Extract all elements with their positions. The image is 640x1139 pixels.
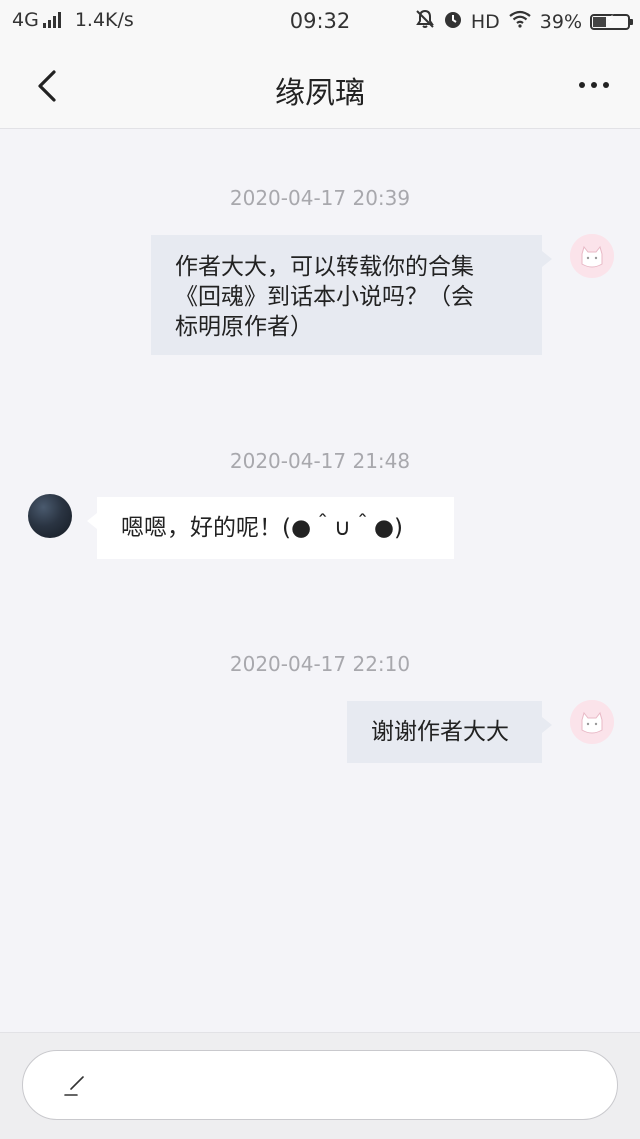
cat-avatar-icon — [570, 700, 614, 744]
chat-title: 缘夙璃 — [275, 76, 365, 111]
more-icon — [579, 82, 585, 88]
cat-avatar-icon — [570, 234, 614, 278]
hd-label: HD — [470, 10, 500, 33]
message-text: 嗯嗯，好的呢！(●＾∪＾●) — [121, 515, 403, 541]
status-right: HD 39% ⚡ — [407, 9, 633, 34]
wifi-icon — [508, 10, 532, 33]
message-timestamp: 2020-04-17 20:39 — [229, 186, 411, 210]
message-bubble-received[interactable]: 嗯嗯，好的呢！(●＾∪＾●) — [87, 497, 454, 559]
message-line: 标明原作者） — [175, 314, 313, 340]
message-bubble-sent[interactable]: 谢谢作者大大 — [347, 701, 552, 763]
more-button[interactable] — [572, 70, 616, 100]
message-bubble-sent[interactable]: 作者大大，可以转载你的合集 《回魂》到话本小说吗？（会 标明原作者） — [151, 235, 552, 355]
message-line: 《回魂》到话本小说吗？（会 — [175, 284, 474, 310]
self-avatar[interactable] — [570, 700, 614, 744]
message-timestamp: 2020-04-17 22:10 — [229, 652, 411, 676]
status-bar: 4G 1.4K/s 09:32 HD 39% ⚡ — [0, 0, 640, 44]
message-input[interactable] — [22, 1050, 618, 1120]
message-text: 谢谢作者大大 — [371, 719, 509, 745]
battery-icon: ⚡ — [590, 13, 633, 30]
mute-bell-icon — [415, 9, 435, 34]
chat-header: 缘夙璃 — [0, 44, 640, 129]
alarm-icon — [443, 9, 463, 34]
message-line: 作者大大，可以转载你的合集 — [175, 254, 474, 280]
input-bar — [0, 1032, 640, 1139]
self-avatar[interactable] — [570, 234, 614, 278]
battery-percent: 39% — [539, 10, 582, 33]
pen-icon — [64, 1076, 84, 1096]
contact-avatar[interactable] — [28, 494, 72, 538]
message-timestamp: 2020-04-17 21:48 — [229, 449, 411, 473]
